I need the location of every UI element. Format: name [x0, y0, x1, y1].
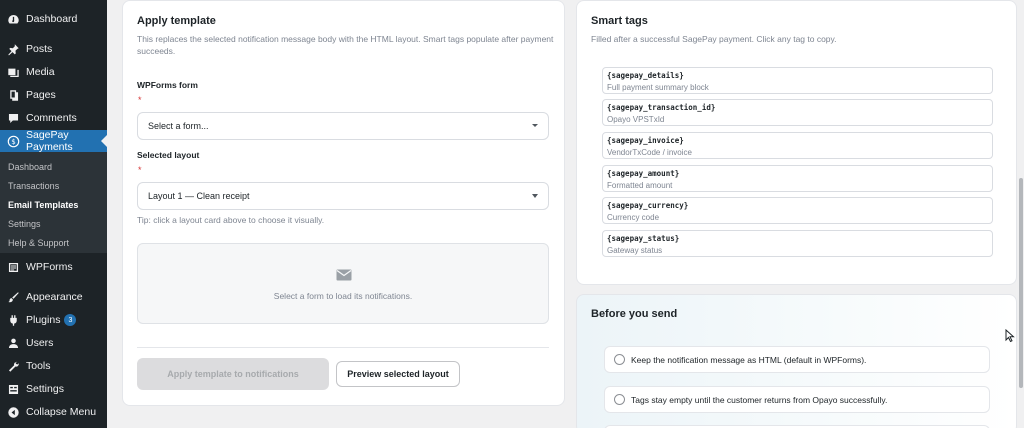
- form-select[interactable]: Select a form...: [137, 112, 549, 140]
- menu-collapse[interactable]: Collapse Menu: [0, 401, 107, 423]
- tag-description: VendorTxCode / invoice: [607, 148, 692, 157]
- svg-text:$: $: [11, 137, 16, 146]
- menu-users[interactable]: Users: [0, 332, 107, 354]
- smart-tags-description: Filled after a successful SagePay paymen…: [591, 34, 837, 44]
- layout-select-value: Layout 1 — Clean receipt: [148, 191, 250, 201]
- radio-circle-icon: [614, 354, 625, 365]
- collapse-icon: [6, 405, 20, 419]
- radio-circle-icon: [614, 394, 625, 405]
- wrench-icon: [6, 359, 20, 373]
- apply-template-description: This replaces the selected notification …: [137, 34, 554, 56]
- menu-tools[interactable]: Tools: [0, 355, 107, 377]
- mouse-cursor-icon: [1005, 328, 1015, 348]
- checklist-item[interactable]: Keep the notification message as HTML (d…: [604, 346, 990, 373]
- menu-dashboard[interactable]: Dashboard: [0, 8, 107, 30]
- chevron-down-icon: [532, 124, 538, 127]
- tag-code: {sagepay_invoice}: [607, 136, 684, 145]
- tag-description: Full payment summary block: [607, 83, 709, 92]
- apply-template-button[interactable]: Apply template to notifications: [137, 358, 329, 390]
- menu-comments[interactable]: Comments: [0, 107, 107, 129]
- tag-code: {sagepay_details}: [607, 71, 684, 80]
- required-marker: *: [138, 95, 142, 105]
- pages-icon: [6, 88, 20, 102]
- submenu-help-support[interactable]: Help & Support: [8, 238, 69, 248]
- menu-label: Collapse Menu: [26, 406, 97, 418]
- divider: [137, 347, 549, 348]
- preview-layout-button[interactable]: Preview selected layout: [336, 361, 460, 387]
- menu-posts[interactable]: Posts: [0, 38, 107, 60]
- required-marker: *: [138, 165, 142, 175]
- pin-icon: [6, 42, 20, 56]
- form-field-label: WPForms form: [137, 80, 198, 90]
- smart-tag-item[interactable]: {sagepay_amount} Formatted amount: [602, 165, 993, 192]
- smart-tag-item[interactable]: {sagepay_invoice} VendorTxCode / invoice: [602, 132, 993, 159]
- users-icon: [6, 336, 20, 350]
- chevron-down-icon: [532, 194, 538, 198]
- apply-template-title: Apply template: [137, 15, 216, 27]
- layout-select[interactable]: Layout 1 — Clean receipt: [137, 182, 549, 210]
- empty-state-text: Select a form to load its notifications.: [273, 291, 413, 301]
- menu-label: WPForms: [26, 261, 73, 273]
- checklist-text: Keep the notification message as HTML (d…: [631, 354, 867, 365]
- smart-tag-item[interactable]: {sagepay_currency} Currency code: [602, 197, 993, 224]
- layout-field-label: Selected layout: [137, 150, 200, 160]
- admin-sidebar: Dashboard Posts Media Pages Comments $ S…: [0, 0, 108, 428]
- notifications-empty-state: Select a form to load its notifications.: [137, 243, 549, 324]
- menu-label: Comments: [26, 112, 77, 124]
- plugins-update-badge: 3: [64, 314, 77, 326]
- tag-description: Opayo VPSTxId: [607, 115, 665, 124]
- smart-tag-item[interactable]: {sagepay_details} Full payment summary b…: [602, 67, 993, 94]
- menu-label: Tools: [26, 360, 51, 372]
- checklist-text: Tags stay empty until the customer retur…: [631, 394, 888, 405]
- smart-tag-item[interactable]: {sagepay_transaction_id} Opayo VPSTxId: [602, 99, 993, 126]
- dollar-icon: $: [6, 134, 20, 148]
- comments-icon: [6, 111, 20, 125]
- before-you-send-title: Before you send: [591, 308, 678, 320]
- submenu-email-templates[interactable]: Email Templates: [8, 200, 78, 210]
- tag-description: Currency code: [607, 213, 660, 222]
- tag-code: {sagepay_amount}: [607, 169, 680, 178]
- menu-appearance[interactable]: Appearance: [0, 286, 107, 308]
- submenu-transactions[interactable]: Transactions: [8, 181, 59, 191]
- menu-pages[interactable]: Pages: [0, 84, 107, 106]
- sagepay-submenu: Dashboard Transactions Email Templates S…: [0, 152, 107, 253]
- menu-label: Media: [26, 66, 55, 78]
- menu-label: Users: [26, 337, 54, 349]
- menu-label: Appearance: [26, 291, 83, 303]
- menu-label: SagePay Payments: [26, 129, 73, 153]
- dashboard-icon: [6, 12, 20, 26]
- menu-label: Settings: [26, 383, 64, 395]
- brush-icon: [6, 290, 20, 304]
- tag-code: {sagepay_currency}: [607, 201, 689, 210]
- form-select-value: Select a form...: [148, 121, 209, 131]
- page-scrollbar[interactable]: [1019, 178, 1023, 388]
- plugin-icon: [6, 313, 20, 327]
- menu-plugins[interactable]: Plugins 3: [0, 309, 107, 331]
- checklist-item[interactable]: Tags stay empty until the customer retur…: [604, 386, 990, 413]
- menu-wpforms[interactable]: WPForms: [0, 256, 107, 278]
- tag-description: Formatted amount: [607, 181, 673, 190]
- menu-sagepay-payments[interactable]: $ SagePay Payments: [0, 129, 108, 153]
- smart-tags-title: Smart tags: [591, 15, 648, 27]
- submenu-dashboard[interactable]: Dashboard: [8, 162, 52, 172]
- menu-label: Pages: [26, 89, 56, 101]
- submenu-settings[interactable]: Settings: [8, 219, 41, 229]
- menu-settings[interactable]: Settings: [0, 378, 107, 400]
- menu-label: Dashboard: [26, 13, 78, 25]
- menu-media[interactable]: Media: [0, 61, 107, 83]
- tag-description: Gateway status: [607, 246, 663, 255]
- settings-icon: [6, 382, 20, 396]
- tag-code: {sagepay_transaction_id}: [607, 103, 716, 112]
- menu-label: Posts: [26, 43, 53, 55]
- layout-tip: Tip: click a layout card above to choose…: [137, 215, 325, 225]
- menu-label: Plugins: [26, 314, 61, 326]
- wpforms-icon: [6, 260, 20, 274]
- envelope-icon: [336, 268, 352, 286]
- smart-tag-item[interactable]: {sagepay_status} Gateway status: [602, 230, 993, 257]
- media-icon: [6, 65, 20, 79]
- tag-code: {sagepay_status}: [607, 234, 680, 243]
